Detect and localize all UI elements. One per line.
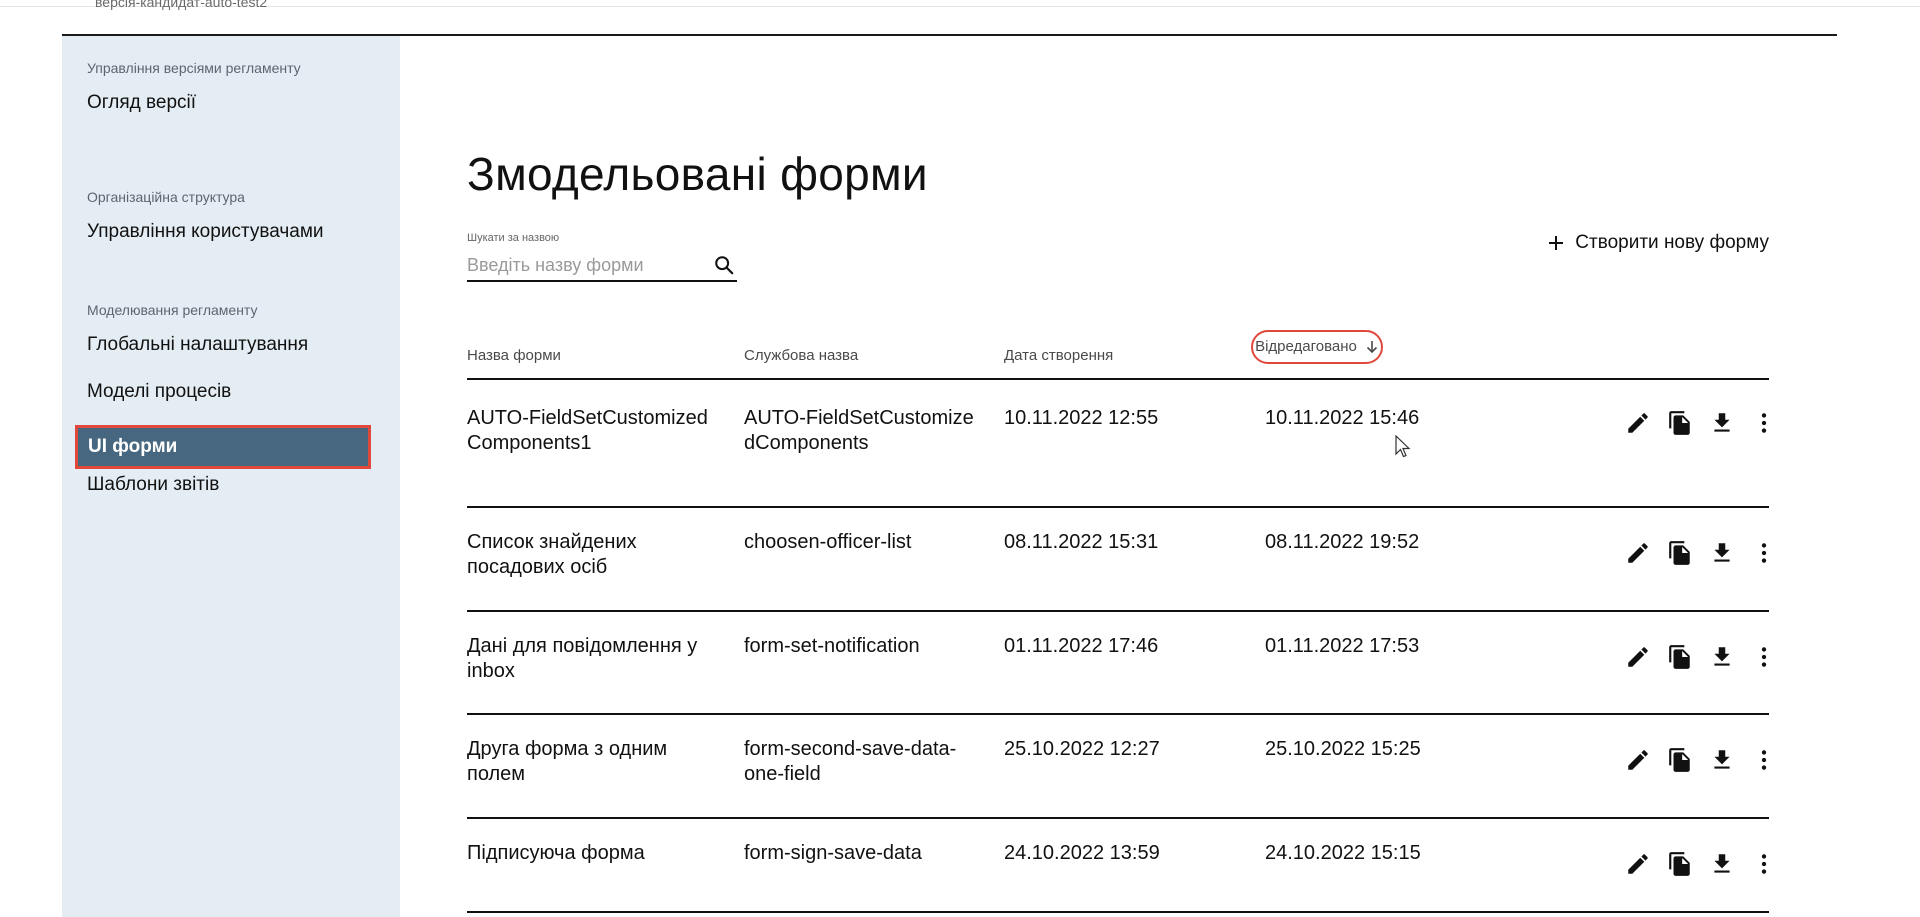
plus-icon xyxy=(1549,236,1564,250)
cell-created: 25.10.2022 12:27 xyxy=(1004,738,1160,760)
column-header-name[interactable]: Назва форми xyxy=(467,347,561,364)
more-vert-icon[interactable] xyxy=(1751,410,1777,436)
create-form-label: Створити нову форму xyxy=(1575,232,1769,253)
sidebar-item-report-templates[interactable]: Шаблони звітів xyxy=(87,474,219,496)
row-actions xyxy=(1625,747,1777,773)
sidebar-section-title: Моделювання регламенту xyxy=(87,302,258,318)
cell-service-name: form-second-save-data-one-field xyxy=(744,738,957,785)
table-row[interactable]: Дані для повідомлення у inbox form-set-n… xyxy=(467,610,1769,715)
table-row[interactable]: Підписуюча форма form-sign-save-data 24.… xyxy=(467,817,1769,913)
table-row[interactable]: Список знайдених посадових осіб choosen-… xyxy=(467,506,1769,612)
edit-icon[interactable] xyxy=(1625,747,1651,773)
mouse-cursor-icon xyxy=(1395,435,1411,458)
more-vert-icon[interactable] xyxy=(1751,851,1777,877)
cell-form-name[interactable]: Друга форма з одним полем xyxy=(467,737,717,787)
search-icon[interactable] xyxy=(713,254,735,276)
edit-icon[interactable] xyxy=(1625,410,1651,436)
download-icon[interactable] xyxy=(1709,410,1735,436)
row-actions xyxy=(1625,851,1777,877)
copy-icon[interactable] xyxy=(1667,851,1693,877)
more-vert-icon[interactable] xyxy=(1751,747,1777,773)
sidebar-section-title: Організаційна структура xyxy=(87,189,245,205)
download-icon[interactable] xyxy=(1709,851,1735,877)
cell-edited: 01.11.2022 17:53 xyxy=(1265,635,1420,657)
sidebar-item-process-models[interactable]: Моделі процесів xyxy=(87,381,231,403)
copy-icon[interactable] xyxy=(1667,644,1693,670)
create-form-button[interactable]: Створити нову форму xyxy=(1547,232,1769,254)
download-icon[interactable] xyxy=(1709,644,1735,670)
edit-icon[interactable] xyxy=(1625,644,1651,670)
version-label: версія-кандидат-auto-test2 xyxy=(95,0,268,10)
search-field xyxy=(467,252,737,282)
search-input[interactable] xyxy=(467,252,702,278)
sidebar-section-title: Управління версіями регламенту xyxy=(87,60,301,76)
row-actions xyxy=(1625,540,1777,566)
cell-service-name: AUTO-FieldSetCustomizedComponents xyxy=(744,407,974,454)
sidebar: Управління версіями регламенту Огляд вер… xyxy=(62,36,400,917)
cell-edited: 24.10.2022 15:15 xyxy=(1265,842,1421,864)
sidebar-item-global-settings[interactable]: Глобальні налаштування xyxy=(87,334,308,356)
divider xyxy=(0,6,1920,7)
download-icon[interactable] xyxy=(1709,747,1735,773)
cell-created: 01.11.2022 17:46 xyxy=(1004,635,1159,657)
table-row[interactable]: AUTO-FieldSetCustomizedComponents1 AUTO-… xyxy=(467,378,1769,508)
cell-edited: 08.11.2022 19:52 xyxy=(1265,531,1420,553)
copy-icon[interactable] xyxy=(1667,540,1693,566)
sidebar-item-users[interactable]: Управління користувачами xyxy=(87,221,324,243)
cell-form-name[interactable]: Список знайдених посадових осіб xyxy=(467,530,717,580)
column-header-edited[interactable]: Відредаговано xyxy=(1251,330,1383,364)
row-actions xyxy=(1625,410,1777,436)
sidebar-item-version-overview[interactable]: Огляд версії xyxy=(87,92,196,114)
cell-form-name[interactable]: Підписуюча форма xyxy=(467,841,717,866)
cell-created: 24.10.2022 13:59 xyxy=(1004,842,1160,864)
cell-service-name: choosen-officer-list xyxy=(744,531,912,553)
table-row[interactable]: Друга форма з одним полем form-second-sa… xyxy=(467,713,1769,819)
cell-edited: 25.10.2022 15:25 xyxy=(1265,738,1421,760)
cell-created: 10.11.2022 12:55 xyxy=(1004,407,1159,429)
more-vert-icon[interactable] xyxy=(1751,540,1777,566)
download-icon[interactable] xyxy=(1709,540,1735,566)
edit-icon[interactable] xyxy=(1625,540,1651,566)
cell-form-name[interactable]: Дані для повідомлення у inbox xyxy=(467,634,717,684)
cell-form-name[interactable]: AUTO-FieldSetCustomizedComponents1 xyxy=(467,406,717,456)
sidebar-item-ui-forms[interactable]: UI форми xyxy=(75,425,371,469)
edit-icon[interactable] xyxy=(1625,851,1651,877)
top-bar: версія-кандидат-auto-test2 xyxy=(0,0,1920,36)
copy-icon[interactable] xyxy=(1667,747,1693,773)
column-header-created[interactable]: Дата створення xyxy=(1004,347,1113,364)
more-vert-icon[interactable] xyxy=(1751,644,1777,670)
search-label: Шукати за назвою xyxy=(467,232,560,244)
cell-created: 08.11.2022 15:31 xyxy=(1004,531,1159,553)
cell-service-name: form-sign-save-data xyxy=(744,842,922,864)
cell-edited: 10.11.2022 15:46 xyxy=(1265,407,1420,429)
arrow-down-icon xyxy=(1366,341,1377,354)
cell-service-name: form-set-notification xyxy=(744,635,920,657)
copy-icon[interactable] xyxy=(1667,410,1693,436)
row-actions xyxy=(1625,644,1777,670)
column-header-service-name[interactable]: Службова назва xyxy=(744,347,858,364)
column-header-edited-label: Відредаговано xyxy=(1255,338,1357,355)
table-header: Назва форми Службова назва Дата створенн… xyxy=(467,330,1769,380)
page-title: Змодельовані форми xyxy=(467,147,928,200)
